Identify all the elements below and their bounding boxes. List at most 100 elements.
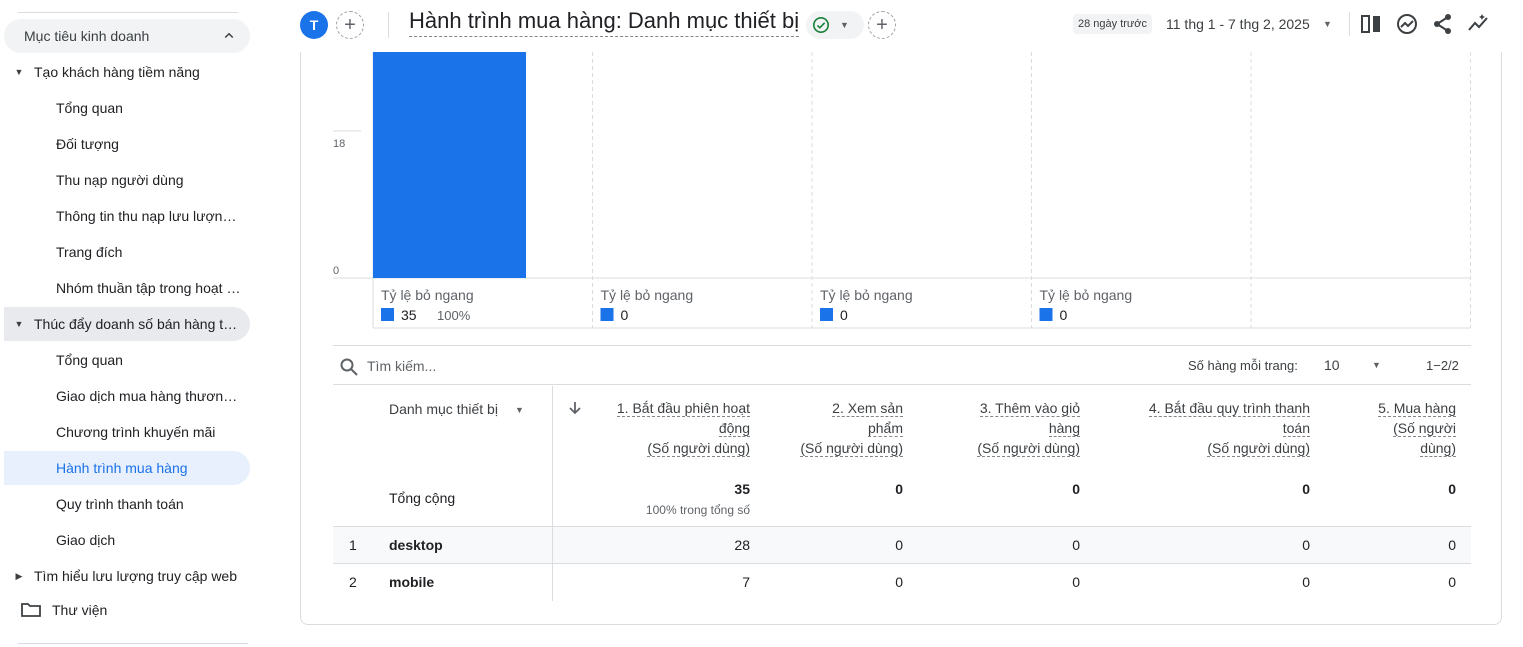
row-value: 0 [1448, 574, 1456, 590]
header-line: (Số người dùng) [977, 440, 1080, 457]
row-value: 0 [895, 574, 903, 590]
trend-icon[interactable] [1466, 11, 1492, 37]
add-comparison-button[interactable]: + [336, 11, 364, 39]
header-line: hàng [1048, 420, 1080, 437]
date-range[interactable]: 11 thg 1 - 7 thg 2, 2025 [1166, 16, 1310, 32]
sidebar-group-web-traffic[interactable]: ▶ Tìm hiểu lưu lượng truy cập web [4, 559, 250, 593]
header-line: 5. Mua hàng [1378, 400, 1456, 417]
metric-header-view-product[interactable]: 2. Xem sản phẩm (Số người dùng) [773, 398, 903, 458]
sort-arrow-down-icon[interactable] [567, 400, 583, 416]
drop-off-label: Tỷ lệ bỏ ngang [601, 287, 694, 303]
header-line: (Số người [1393, 420, 1456, 437]
sidebar-item-purchase-journey[interactable]: Hành trình mua hàng [4, 451, 250, 485]
insights-icon[interactable] [1394, 11, 1420, 37]
drop-off-value: 35 [401, 307, 417, 323]
report-header: T + Hành trình mua hàng: Danh mục thiết … [258, 0, 1523, 52]
compare-icon[interactable] [1358, 11, 1384, 37]
sidebar-item-label: Hành trình mua hàng [56, 460, 188, 476]
row-value: 0 [1072, 574, 1080, 590]
share-icon[interactable] [1430, 11, 1456, 37]
rows-per-page-select[interactable]: 10 [1324, 357, 1340, 373]
sidebar-item-label: Tổng quan [56, 100, 123, 116]
sidebar-group-drive-online-sales[interactable]: ▼ Thúc đẩy doanh số bán hàng trực tuyến [4, 307, 250, 341]
avatar[interactable]: T [300, 11, 328, 39]
sidebar-section-label: Mục tiêu kinh doanh [24, 28, 150, 44]
expand-triangle-icon: ▼ [14, 319, 24, 329]
sidebar-item-label: Nhóm thuần tập trong hoạt động [56, 280, 244, 296]
sidebar-item-user-acquisition[interactable]: Thu nạp người dùng [4, 163, 250, 197]
legend-swatch [600, 308, 614, 321]
row-index: 1 [349, 537, 357, 553]
dimension-header[interactable]: Danh mục thiết bị [389, 401, 498, 417]
header-line: động [718, 420, 750, 437]
sidebar-item-label: Trang đích [56, 244, 123, 260]
sidebar-group-lead-generation[interactable]: ▼ Tạo khách hàng tiềm năng [4, 55, 250, 89]
total-percent: 100% trong tổng số [645, 503, 750, 517]
sidebar-item-promotions[interactable]: Chương trình khuyến mãi [4, 415, 250, 449]
drop-off-value: 0 [1060, 307, 1068, 323]
caret-down-icon[interactable]: ▼ [515, 405, 524, 415]
drop-off-value: 0 [840, 307, 848, 323]
sidebar-group-label: Tìm hiểu lưu lượng truy cập web [34, 568, 238, 584]
metric-header-add-to-cart[interactable]: 3. Thêm vào giỏ hàng (Số người dùng) [933, 398, 1080, 458]
header-line: 1. Bắt đầu phiên hoạt [616, 400, 750, 417]
metric-header-session-start[interactable]: 1. Bắt đầu phiên hoạt động (Số người dùn… [593, 398, 750, 458]
drop-off-label: Tỷ lệ bỏ ngang [820, 287, 913, 303]
sidebar-section-business-objectives[interactable]: Mục tiêu kinh doanh [4, 19, 250, 53]
sidebar-library[interactable]: Thư viện [4, 593, 250, 627]
sidebar-group-label: Tạo khách hàng tiềm năng [34, 64, 200, 80]
drop-off-label: Tỷ lệ bỏ ngang [381, 287, 474, 303]
legend-swatch [381, 308, 394, 321]
sidebar-item-ecommerce-purchases[interactable]: Giao dịch mua hàng thương mại điện tử [4, 379, 250, 413]
search-input[interactable] [367, 356, 667, 376]
header-line: (Số người dùng) [800, 440, 903, 457]
header-line: phẩm [867, 420, 903, 437]
caret-down-icon[interactable]: ▼ [1372, 360, 1381, 370]
status-dropdown[interactable]: ▼ [806, 11, 864, 39]
total-value: 0 [895, 481, 903, 497]
sidebar-item-overview[interactable]: Tổng quan [4, 343, 250, 377]
table-row[interactable]: 1 desktop 28 0 0 0 0 [333, 526, 1471, 564]
legend-swatch [820, 308, 833, 321]
sidebar-item-audiences[interactable]: Đối tượng [4, 127, 250, 161]
total-value: 0 [1072, 481, 1080, 497]
plus-icon: + [344, 14, 356, 36]
page-title[interactable]: Hành trình mua hàng: Danh mục thiết bị [409, 8, 800, 37]
funnel-chart: 0 18 Tỷ lệ bỏ ngang 35 100% Tỷ lệ bỏ ngang 0 Tỷ… [333, 52, 1471, 329]
pagination-info: 1−2/2 [1426, 358, 1459, 373]
report-card: 0 18 Tỷ lệ bỏ ngang 35 100% Tỷ lệ bỏ ngang 0 Tỷ… [300, 52, 1502, 625]
plus-icon: + [876, 14, 888, 36]
sidebar-item-cohort[interactable]: Nhóm thuần tập trong hoạt động [4, 271, 250, 305]
sidebar-item-label: Chương trình khuyến mãi [56, 424, 216, 440]
sidebar-item-traffic-acquisition[interactable]: Thông tin thu nạp lưu lượng truy cập [4, 199, 250, 233]
sidebar-item-label: Quy trình thanh toán [56, 496, 184, 512]
y-tick-label: 0 [333, 265, 339, 277]
date-preset-chip[interactable]: 28 ngày trước [1073, 14, 1152, 34]
caret-down-icon: ▼ [840, 20, 849, 30]
row-dimension: desktop [389, 537, 443, 553]
sidebar-item-overview[interactable]: Tổng quan [4, 91, 250, 125]
row-value: 0 [1302, 574, 1310, 590]
sidebar-item-label: Thu nạp người dùng [56, 172, 184, 188]
add-filter-button[interactable]: + [868, 11, 896, 39]
table-header: Danh mục thiết bị ▼ 1. Bắt đầu phiên hoạ… [333, 386, 1471, 526]
header-line: (Số người dùng) [1207, 440, 1310, 457]
header-divider [1349, 12, 1350, 36]
sidebar-group-label: Thúc đẩy doanh số bán hàng trực tuyến [34, 316, 240, 332]
row-dimension: mobile [389, 574, 435, 590]
chevron-up-icon [224, 32, 234, 39]
drop-off-percent: 100% [437, 308, 471, 323]
table-row[interactable]: 2 mobile 7 0 0 0 0 [333, 563, 1471, 601]
sidebar-item-checkout-journey[interactable]: Quy trình thanh toán [4, 487, 250, 521]
sidebar-item-transactions[interactable]: Giao dịch [4, 523, 250, 557]
search-icon [340, 358, 358, 376]
rows-per-page-label: Số hàng mỗi trang: [1188, 358, 1298, 373]
header-line: 2. Xem sản [832, 400, 903, 417]
caret-down-icon[interactable]: ▼ [1323, 19, 1332, 29]
metric-header-purchase[interactable]: 5. Mua hàng (Số người dùng) [1333, 398, 1456, 458]
header-line: toán [1282, 420, 1310, 437]
sidebar-item-label: Giao dịch [56, 532, 116, 548]
legend-swatch [1039, 308, 1053, 321]
metric-header-begin-checkout[interactable]: 4. Bắt đầu quy trình thanh toán (Số ngườ… [1103, 398, 1310, 458]
sidebar-item-landing-page[interactable]: Trang đích [4, 235, 250, 269]
